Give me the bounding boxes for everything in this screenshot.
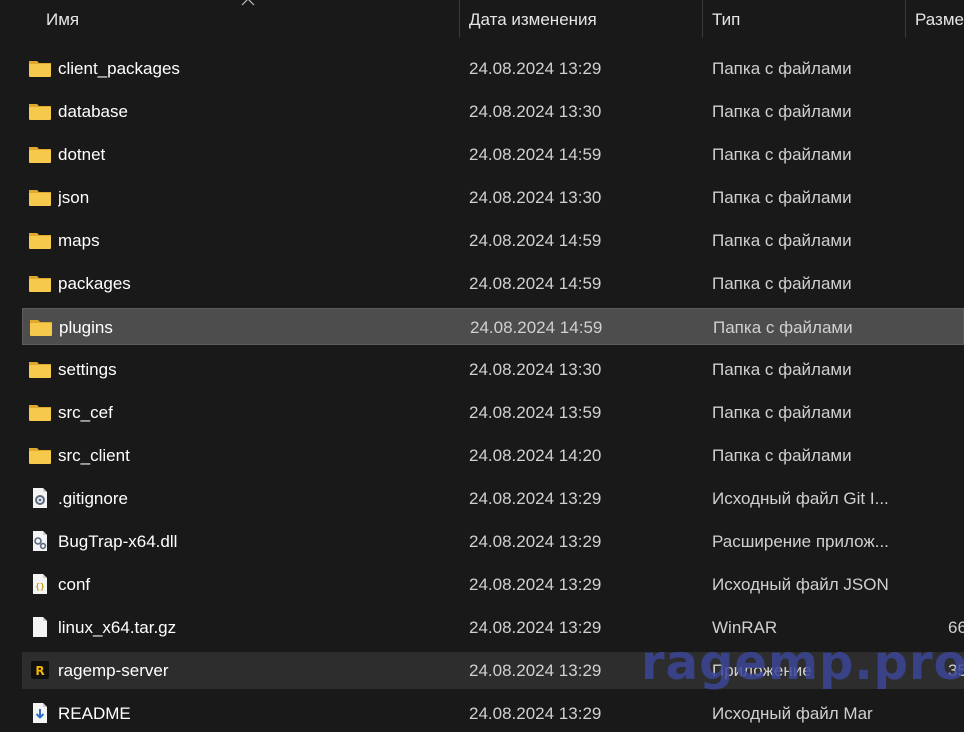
file-row[interactable]: plugins 24.08.2024 14:59 Папка с файлами — [22, 308, 964, 345]
file-date: 24.08.2024 13:59 — [469, 403, 602, 422]
file-size — [948, 566, 964, 603]
file-row[interactable]: src_client 24.08.2024 14:20 Папка с файлам… — [22, 437, 964, 474]
svg-text:{}: {} — [35, 582, 45, 591]
folder-icon — [28, 229, 52, 251]
config-file-icon — [28, 487, 52, 509]
file-size — [948, 265, 964, 302]
file-size — [948, 480, 964, 517]
file-date: 24.08.2024 13:30 — [469, 360, 602, 379]
file-name: .gitignore — [58, 489, 128, 508]
markdown-file-icon — [28, 702, 52, 724]
file-name: conf — [58, 575, 91, 594]
file-name: BugTrap-x64.dll — [58, 532, 178, 551]
folder-icon — [28, 186, 52, 208]
file-size — [948, 523, 964, 560]
file-date: 24.08.2024 14:20 — [469, 446, 602, 465]
file-type: Папка с файлами — [712, 360, 852, 379]
column-divider[interactable] — [459, 0, 460, 38]
ragemp-app-icon: R — [28, 659, 52, 681]
file-row[interactable]: maps 24.08.2024 14:59 Папка с файлами — [22, 222, 964, 259]
file-date: 24.08.2024 14:59 — [469, 274, 602, 293]
file-name: settings — [58, 360, 117, 379]
file-size — [948, 695, 964, 732]
column-header-size[interactable]: Разме — [915, 0, 964, 38]
file-size — [948, 351, 964, 388]
file-row[interactable]: settings 24.08.2024 13:30 Папка с файлами — [22, 351, 964, 388]
file-row[interactable]: client_packages 24.08.2024 13:29 Папка с ф… — [22, 50, 964, 87]
file-row[interactable]: .gitignore 24.08.2024 13:29 Исходный файл … — [22, 480, 964, 517]
file-size — [948, 179, 964, 216]
file-name: linux_x64.tar.gz — [58, 618, 177, 637]
column-divider[interactable] — [905, 0, 906, 38]
file-name: plugins — [59, 318, 113, 337]
file-type: Расширение прилож... — [712, 532, 889, 551]
file-name: dotnet — [58, 145, 106, 164]
folder-icon — [28, 444, 52, 466]
archive-file-icon — [28, 616, 52, 638]
file-row[interactable]: BugTrap-x64.dll 24.08.2024 13:29 Расширени… — [22, 523, 964, 560]
file-type: Папка с файлами — [712, 102, 852, 121]
file-name: maps — [58, 231, 100, 250]
file-name: database — [58, 102, 128, 121]
file-name: src_client — [58, 446, 130, 465]
file-date: 24.08.2024 13:29 — [469, 532, 602, 551]
file-date: 24.08.2024 13:29 — [469, 575, 602, 594]
file-row[interactable]: {} conf 24.08.2024 13:29 Исходный файл JSON — [22, 566, 964, 603]
folder-icon — [28, 143, 52, 165]
column-divider[interactable] — [702, 0, 703, 38]
svg-text:R: R — [35, 664, 44, 678]
file-type: Папка с файлами — [712, 446, 852, 465]
file-row[interactable]: packages 24.08.2024 14:59 Папка с файлами — [22, 265, 964, 302]
folder-icon — [28, 272, 52, 294]
file-row[interactable]: database 24.08.2024 13:30 Папка с файлами — [22, 93, 964, 130]
file-size — [948, 222, 964, 259]
file-size — [949, 309, 964, 346]
file-type: Папка с файлами — [712, 231, 852, 250]
file-name: README — [58, 704, 131, 723]
file-type: Папка с файлами — [712, 274, 852, 293]
file-date: 24.08.2024 14:59 — [469, 231, 602, 250]
folder-icon — [28, 401, 52, 423]
file-date: 24.08.2024 13:29 — [469, 704, 602, 723]
file-type: Исходный файл Git I... — [712, 489, 889, 508]
watermark-text: ragemp.pro — [641, 635, 964, 691]
file-type: Папка с файлами — [712, 403, 852, 422]
folder-icon — [28, 100, 52, 122]
dll-file-icon — [28, 530, 52, 552]
folder-icon — [29, 316, 53, 338]
file-type: Папка с файлами — [712, 188, 852, 207]
file-row[interactable]: dotnet 24.08.2024 14:59 Папка с файлами — [22, 136, 964, 173]
file-type: Папка с файлами — [713, 318, 853, 337]
file-row[interactable]: src_cef 24.08.2024 13:59 Папка с файлами — [22, 394, 964, 431]
file-date: 24.08.2024 13:29 — [469, 489, 602, 508]
folder-icon — [28, 57, 52, 79]
file-name: json — [58, 188, 90, 207]
file-date: 24.08.2024 13:30 — [469, 102, 602, 121]
sort-up-icon — [241, 0, 255, 6]
json-file-icon: {} — [28, 573, 52, 595]
column-header-bar: Имя Дата изменения Тип Разме — [0, 0, 964, 38]
file-name: ragemp-server — [58, 661, 169, 680]
file-size — [948, 437, 964, 474]
file-row[interactable]: json 24.08.2024 13:30 Папка с файлами — [22, 179, 964, 216]
column-header-type[interactable]: Тип — [712, 0, 897, 38]
file-date: 24.08.2024 13:30 — [469, 188, 602, 207]
file-size — [948, 50, 964, 87]
file-name: client_packages — [58, 59, 180, 78]
file-date: 24.08.2024 13:29 — [469, 59, 602, 78]
file-type: Исходный файл JSON — [712, 575, 889, 594]
file-size — [948, 93, 964, 130]
file-size — [948, 136, 964, 173]
file-type: Исходный файл Mar — [712, 704, 873, 723]
file-type: Папка с файлами — [712, 145, 852, 164]
file-date: 24.08.2024 14:59 — [470, 318, 603, 337]
file-name: packages — [58, 274, 131, 293]
file-date: 24.08.2024 14:59 — [469, 145, 602, 164]
folder-icon — [28, 358, 52, 380]
file-size — [948, 394, 964, 431]
file-name: src_cef — [58, 403, 113, 422]
file-type: Папка с файлами — [712, 59, 852, 78]
column-header-date[interactable]: Дата изменения — [469, 0, 694, 38]
file-row[interactable]: README 24.08.2024 13:29 Исходный файл Mar — [22, 695, 964, 732]
